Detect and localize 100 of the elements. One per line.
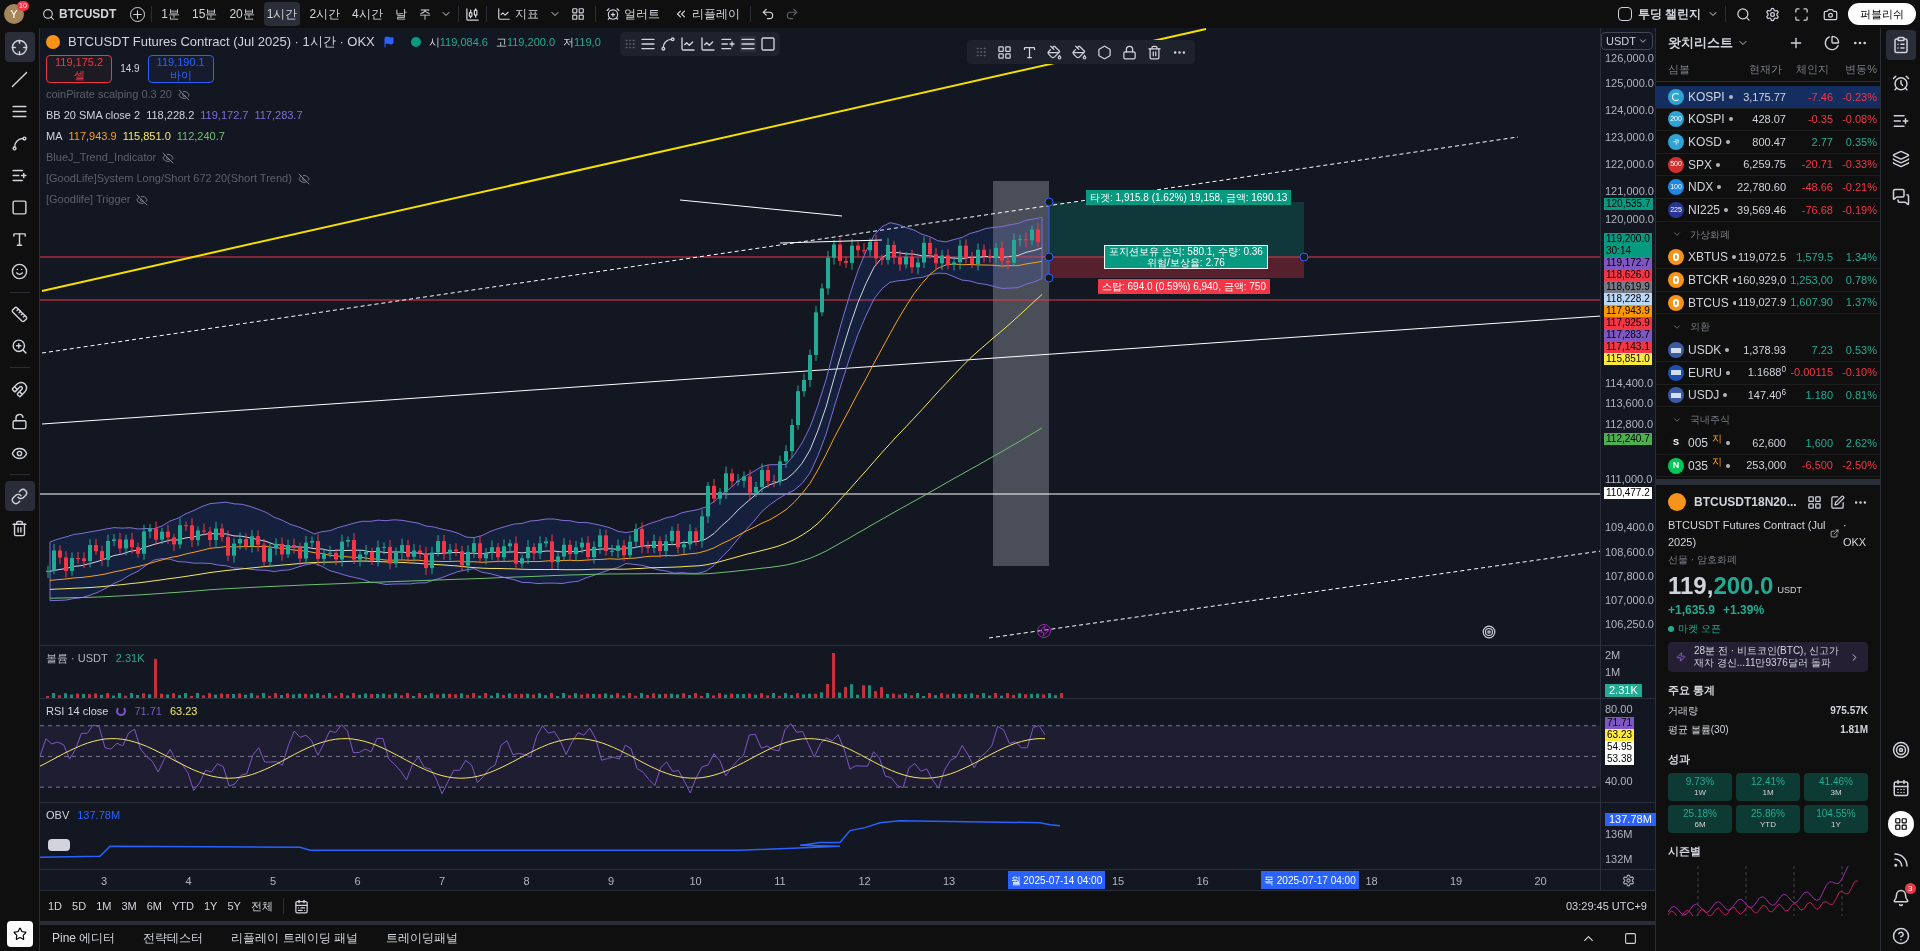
range-button[interactable]: 6M xyxy=(146,897,162,915)
buy-button[interactable]: 119,190.1 바이 xyxy=(147,54,214,83)
interval-tab[interactable]: 1분 xyxy=(158,2,183,26)
panel-tab[interactable]: Pine 에디터 xyxy=(52,929,116,947)
drag-handle-icon[interactable] xyxy=(975,46,987,58)
undo-icon[interactable] xyxy=(760,7,775,21)
range-icon[interactable] xyxy=(740,36,756,52)
sell-button[interactable]: 119,175.2 셀 xyxy=(46,54,113,83)
square-icon[interactable] xyxy=(760,36,776,52)
indicators-button[interactable]: 지표 xyxy=(492,5,543,23)
watchlist-row[interactable]: BTCUS 119,027.9 1,607.90 1.37% xyxy=(1656,291,1880,315)
list-icon[interactable] xyxy=(720,36,736,52)
maximize-icon[interactable] xyxy=(1624,931,1637,945)
section-title[interactable]: 가상화폐 xyxy=(1690,226,1730,242)
currency-dropdown[interactable]: USDT xyxy=(1601,32,1653,50)
watchlist-row[interactable]: EURU 1.1688$^{0}$ -0.00115 -0.10% xyxy=(1656,361,1880,385)
range-button[interactable]: YTD xyxy=(171,897,194,915)
hidden-eye-icon[interactable] xyxy=(162,151,175,164)
range-button[interactable]: 1D xyxy=(48,897,63,915)
watchlist-row[interactable]: S 005 지 62,600 1,600 2.62% xyxy=(1656,432,1880,455)
interval-tab[interactable]: 주 xyxy=(415,2,434,26)
challenge-label[interactable]: 투딩 챌린지 xyxy=(1637,5,1701,23)
fullscreen-icon[interactable] xyxy=(1794,6,1809,22)
grid-icon[interactable] xyxy=(570,7,585,21)
lightning-icon[interactable] xyxy=(1037,624,1051,638)
candlestick-icon[interactable] xyxy=(464,6,480,22)
edit-icon[interactable] xyxy=(1830,494,1845,510)
watchlist-row[interactable]: USDK 1,378.93 7.23 0.53% xyxy=(1656,339,1880,362)
panel-tab[interactable]: 전략테스터 xyxy=(143,929,204,947)
watchlist-row[interactable]: BTCKR 160,929,0 1,253,00 0.78% xyxy=(1656,269,1880,292)
challenge-checkbox[interactable] xyxy=(1617,7,1632,21)
wave-icon[interactable] xyxy=(680,36,696,52)
watchlist-panel-button[interactable] xyxy=(1885,30,1916,60)
performance-tile[interactable]: 41.46% 3M xyxy=(1804,773,1868,802)
column-header[interactable]: 심볼 xyxy=(1656,61,1736,78)
trash-icon[interactable] xyxy=(1147,44,1162,60)
fill-icon[interactable] xyxy=(1072,44,1087,60)
interval-tab[interactable]: 2시간 xyxy=(306,2,344,26)
performance-tile[interactable]: 12.41% 1M xyxy=(1736,773,1800,802)
pie-chart-icon[interactable] xyxy=(1824,35,1840,51)
panel-tab[interactable]: 리플레이 트레이딩 패널 xyxy=(231,929,359,947)
horizontal-line[interactable] xyxy=(40,256,1600,258)
range-button[interactable]: 1M xyxy=(96,897,112,915)
alert-button[interactable]: 얼러트 xyxy=(601,5,664,23)
interval-tab[interactable]: 4시간 xyxy=(349,2,386,26)
replay-button[interactable]: 리플레이 xyxy=(669,5,744,23)
add-icon[interactable] xyxy=(1788,35,1804,51)
chart-title[interactable]: BTCUSDT Futures Contract (Jul 2025) · 1시간 · OKX xyxy=(68,32,375,52)
watchlist-row[interactable]: KOSPI 3,175.77 -7.46 -0.23% xyxy=(1656,86,1880,109)
column-header[interactable]: 체인지 xyxy=(1786,61,1833,78)
interval-tab[interactable]: 20분 xyxy=(226,2,258,26)
watchlist-title[interactable]: 왓치리스트 xyxy=(1668,33,1733,53)
camera-icon[interactable] xyxy=(1823,6,1838,22)
search-icon[interactable] xyxy=(1736,6,1751,22)
apps-button[interactable] xyxy=(1887,811,1914,837)
position-handles[interactable] xyxy=(1044,197,1054,283)
news-banner[interactable]: 28분 전 · 비트코인(BTC), 신고가 재차 경신...11만9376달러 돌파 xyxy=(1668,642,1868,673)
column-header[interactable]: 현재가 xyxy=(1736,61,1786,78)
indicator-name[interactable]: BB 20 SMA close 2 xyxy=(46,107,141,124)
performance-tile[interactable]: 104.55% 1Y xyxy=(1804,805,1868,834)
performance-tile[interactable]: 25.18% 6M xyxy=(1668,805,1732,834)
panel-tab[interactable]: 트레이딩패널 xyxy=(386,929,459,947)
lock-icon[interactable] xyxy=(1122,44,1137,60)
link-tool[interactable] xyxy=(4,481,35,511)
crosshair-tool[interactable] xyxy=(4,32,35,62)
watchlist-row[interactable]: XBTUS 119,072.5 1,579.5 1.34% xyxy=(1656,246,1880,270)
range-button[interactable]: 5Y xyxy=(227,897,241,915)
text-icon[interactable] xyxy=(1022,44,1037,60)
symbol-search[interactable]: BTCUSDT xyxy=(34,5,125,23)
indicator-name[interactable]: MA xyxy=(46,128,63,145)
interval-tab[interactable]: 1시간 xyxy=(263,2,301,26)
performance-tile[interactable]: 25.86% YTD xyxy=(1736,805,1800,834)
calendar-icon[interactable] xyxy=(293,898,309,914)
external-link-icon[interactable] xyxy=(1829,528,1839,540)
watchlist-row[interactable]: N 035 지 253,000 -6,500 -2.50% xyxy=(1656,454,1880,478)
range-button[interactable]: 3M xyxy=(121,897,137,915)
position-handle[interactable] xyxy=(1299,252,1309,262)
column-header[interactable]: 변동% xyxy=(1833,61,1881,78)
watchlist-row[interactable]: USDJ 147.40$^{6}$ 1.180 0.81% xyxy=(1656,384,1880,408)
hidden-eye-icon[interactable] xyxy=(177,88,190,101)
publish-button[interactable]: 퍼블리쉬 xyxy=(1848,3,1916,25)
detail-symbol[interactable]: BTCUSDT18N20... xyxy=(1694,493,1799,512)
performance-tile[interactable]: 9.73% 1W xyxy=(1668,773,1732,802)
clock-text[interactable]: 03:29:45 UTC+9 xyxy=(1565,897,1647,915)
favorite-button[interactable] xyxy=(6,921,33,947)
interval-tab[interactable]: 날 xyxy=(391,2,410,26)
interval-tab[interactable]: 15분 xyxy=(189,2,221,26)
fill-icon[interactable] xyxy=(1047,44,1062,60)
template-icon[interactable] xyxy=(997,44,1012,60)
flag-icon[interactable] xyxy=(382,35,395,48)
curve-icon[interactable] xyxy=(660,36,676,52)
grid-icon[interactable] xyxy=(1807,494,1822,510)
watchlist-row[interactable]: KOSD 800.47 2.77 0.35% xyxy=(1656,131,1880,154)
range-button[interactable]: 1Y xyxy=(203,897,218,915)
lines-icon[interactable] xyxy=(640,36,656,52)
range-button[interactable]: 전체 xyxy=(250,897,273,915)
hidden-eye-icon[interactable] xyxy=(136,193,149,206)
target-icon[interactable] xyxy=(1482,625,1496,639)
section-title[interactable]: 국내주식 xyxy=(1690,412,1730,428)
pattern-icon[interactable] xyxy=(700,36,716,52)
